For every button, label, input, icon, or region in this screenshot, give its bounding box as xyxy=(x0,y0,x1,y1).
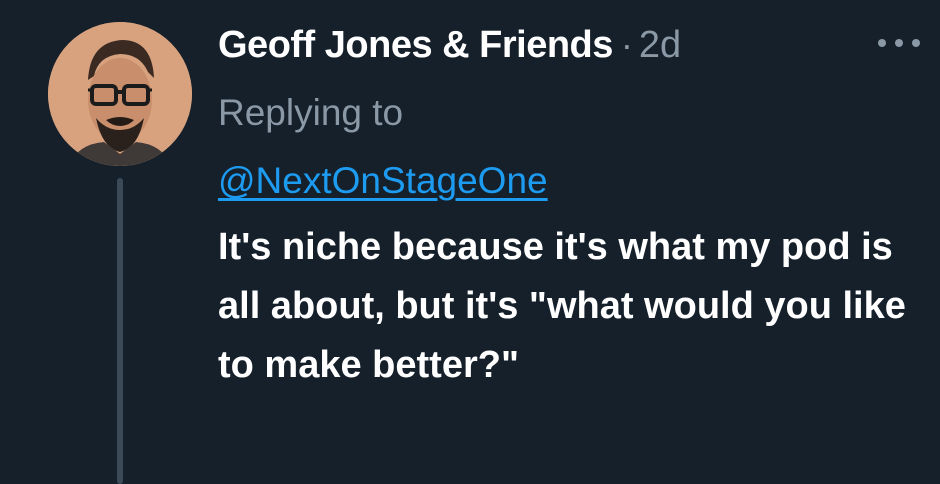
tweet-content: Geoff Jones & Friends · 2d Replying to @… xyxy=(218,20,920,395)
avatar[interactable] xyxy=(48,22,192,166)
more-dot xyxy=(895,39,903,47)
replying-to-label: Replying to xyxy=(218,92,404,133)
author-name[interactable]: Geoff Jones & Friends xyxy=(218,24,613,67)
thread-line xyxy=(117,178,123,484)
more-dot xyxy=(912,39,920,47)
tweet-header: Geoff Jones & Friends · 2d xyxy=(218,20,918,70)
more-dot xyxy=(878,39,886,47)
separator-dot: · xyxy=(620,24,633,65)
timestamp[interactable]: 2d xyxy=(639,24,681,67)
tweet-body-text: It's niche because it's what my pod is a… xyxy=(218,226,906,386)
replying-to-handle-link[interactable]: @NextOnStageOne xyxy=(218,157,548,205)
tweet[interactable]: Geoff Jones & Friends · 2d Replying to @… xyxy=(0,0,940,484)
avatar-image xyxy=(48,22,192,166)
more-horizontal-icon[interactable] xyxy=(878,26,920,60)
